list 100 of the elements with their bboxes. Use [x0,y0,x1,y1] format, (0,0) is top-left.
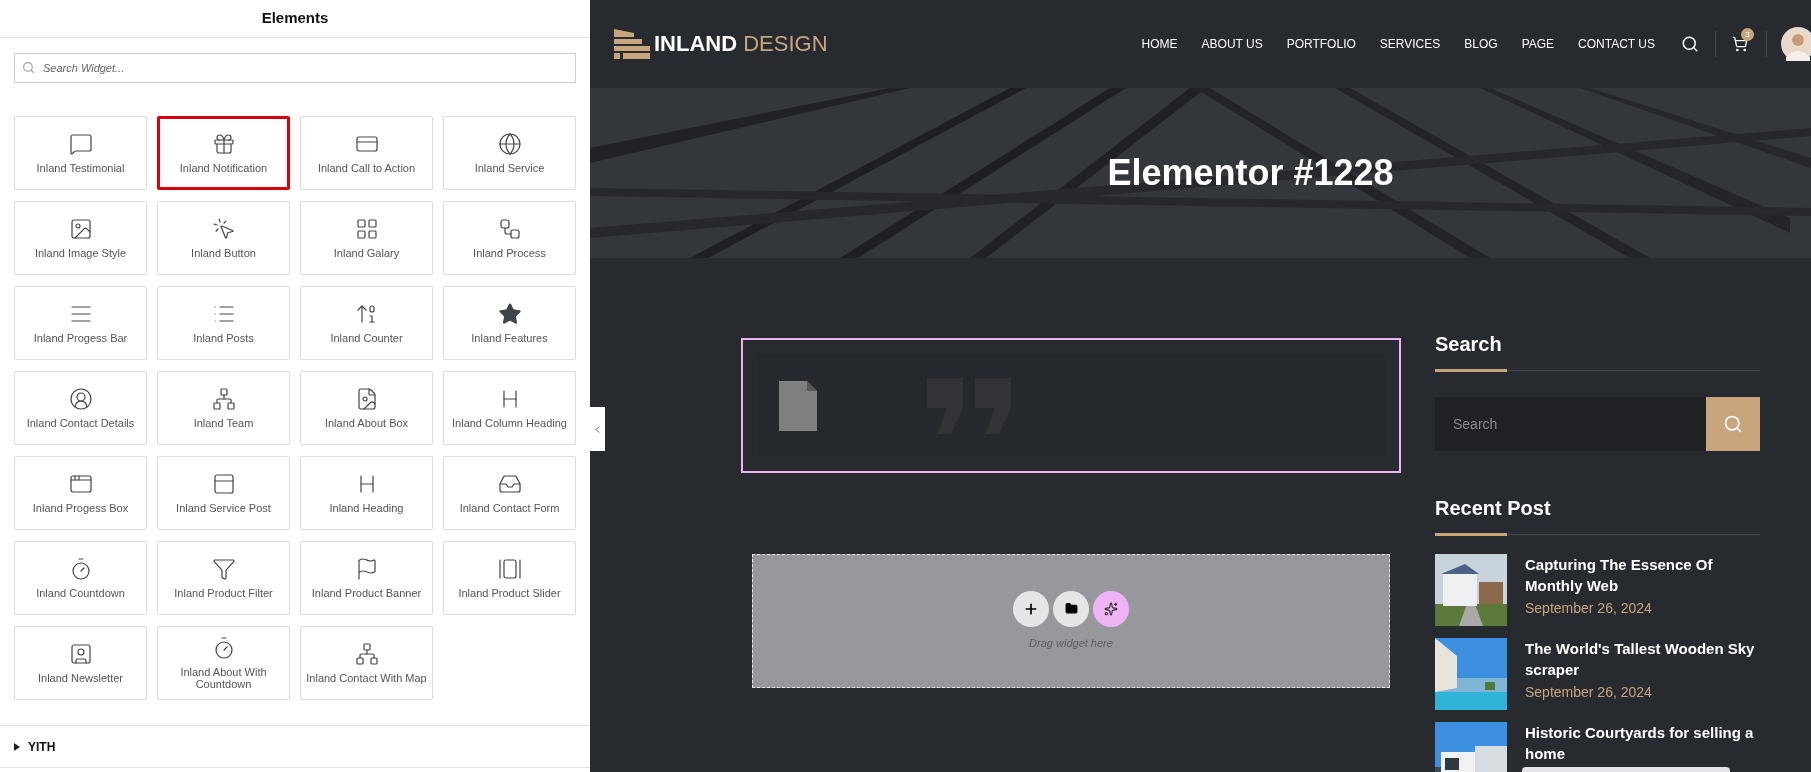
star-icon [497,302,522,326]
widget-label: Inland Countdown [35,587,126,599]
accent-underline [1435,533,1507,536]
widget-label: Inland Service [473,162,546,174]
widget-card[interactable]: Inland Product Filter [157,541,290,615]
panel-title: Elements [261,8,329,29]
widget-card[interactable]: Inland Notification [157,116,290,190]
widget-card[interactable]: Inland Button [157,201,290,275]
widget-card[interactable]: Inland Process [443,201,576,275]
template-library-button[interactable] [1053,590,1089,627]
post-title[interactable]: Historic Courtyards for selling a home [1525,722,1760,764]
search-icon [1723,414,1743,434]
avatar[interactable] [1781,27,1811,61]
user-icon [68,387,93,411]
nav-link[interactable]: PORTFOLIO [1286,35,1356,53]
widget-card[interactable]: Inland Team [157,371,290,445]
sparkle-icon [1104,601,1118,616]
widget-card[interactable]: Inland Product Slider [443,541,576,615]
nav-link[interactable]: CONTACT US [1578,35,1655,53]
cart-icon[interactable] [1732,36,1748,52]
cart-badge: 3 [1741,28,1754,41]
widget-label: Inland Notification [178,162,269,174]
filter-icon [211,557,236,581]
slider-icon [497,557,522,581]
search-icon [22,61,35,74]
document-icon [779,380,817,431]
widget-label: Inland Testimonial [35,162,126,174]
widget-card[interactable]: Inland Countdown [14,541,147,615]
speech-bubble-icon [68,132,93,156]
nav-link[interactable]: PAGE [1521,35,1555,53]
widget-heading: Recent Post [1435,496,1552,521]
logo-icon [614,29,650,59]
widget-card[interactable]: Inland Contact With Map [300,626,433,700]
search-icon[interactable] [1681,35,1699,53]
widget-card[interactable]: Inland About With Countdown [157,626,290,700]
widget-card[interactable]: Inland Galary [300,201,433,275]
widget-card[interactable]: Inland Progess Box [14,456,147,530]
caret-icon [14,742,20,751]
widget-card[interactable]: Inland Testimonial [14,116,147,190]
widget-label: Inland Service Post [175,502,272,514]
widget-card[interactable]: Inland Contact Form [443,456,576,530]
widget-label: Inland Team [192,417,255,429]
nav-link[interactable]: SERVICES [1379,35,1441,53]
window-icon [68,472,93,496]
page-title: Elementor #1228 [1107,151,1394,195]
ai-button[interactable] [1093,590,1129,627]
widget-card[interactable]: Inland Counter [300,286,433,360]
widget-card[interactable]: Inland Service Post [157,456,290,530]
widget-card[interactable]: Inland Newsletter [14,626,147,700]
widget-heading: Search [1435,332,1503,357]
widget-card[interactable]: Inland Contact Details [14,371,147,445]
widget-label: Inland Counter [329,332,404,344]
post-date: September 26, 2024 [1525,683,1653,702]
widget-label: Inland Progess Box [31,502,130,514]
widget-card[interactable]: Inland Product Banner [300,541,433,615]
widget-card[interactable]: Inland Heading [300,456,433,530]
post-title[interactable]: Capturing The Essence Of Monthly Web [1525,554,1760,596]
widget-card[interactable]: Inland Posts [157,286,290,360]
category-toggle[interactable]: YITH [0,726,590,768]
post-title[interactable]: The World's Tallest Wooden Sky scraper [1525,638,1760,680]
widget-label: Inland Process [472,247,547,259]
widget-card[interactable]: Inland Features [443,286,576,360]
widget-label: Inland Product Filter [173,587,274,599]
widget-label: Inland Newsletter [37,672,124,684]
widget-card[interactable]: Inland Service [443,116,576,190]
widget-label: Inland Contact With Map [305,672,428,684]
nav-link[interactable]: BLOG [1464,35,1498,53]
add-element-button[interactable] [1013,590,1049,627]
hierarchy-icon [211,387,236,411]
contact-card-icon [68,642,93,666]
panel-icon [211,472,236,496]
widget-card[interactable]: Inland Image Style [14,201,147,275]
widget-label: Inland Contact Details [25,417,136,429]
grid-icon [354,217,379,241]
widget-label: Inland About With Countdown [179,666,268,690]
post-date: September 26, 2024 [1525,599,1653,618]
widget-label: Inland Button [190,247,257,259]
tray-icon [497,472,522,496]
logo-text: INLAND DESIGN [654,33,828,55]
nav-link[interactable]: HOME [1141,35,1178,53]
widget-card[interactable]: Inland Column Heading [443,371,576,445]
widget-label: Inland Image Style [33,247,128,259]
widget-card[interactable]: Inland About Box [300,371,433,445]
widget-label: Inland Product Slider [457,587,562,599]
gift-icon [211,132,236,156]
widget-label: Inland About Box [323,417,410,429]
widget-label: Inland Posts [192,332,255,344]
selected-widget-frame[interactable] [741,338,1401,473]
widget-label: Inland Contact Form [458,502,561,514]
drop-zone-hint: Drag widget here [1029,635,1113,651]
widget-label: Inland Features [470,332,549,344]
accent-underline [1435,369,1507,372]
widget-card[interactable]: Inland Call to Action [300,116,433,190]
widget-card[interactable]: Inland Progess Bar [14,286,147,360]
nav-link[interactable]: ABOUT US [1201,35,1263,53]
widget-label: Inland Heading [328,502,405,514]
widget-label: Inland Product Banner [310,587,423,599]
search-field[interactable]: Search Widget... [14,53,576,83]
widget-label: Inland Galary [332,247,401,259]
sidebar-search-field[interactable]: Search [1435,397,1706,451]
